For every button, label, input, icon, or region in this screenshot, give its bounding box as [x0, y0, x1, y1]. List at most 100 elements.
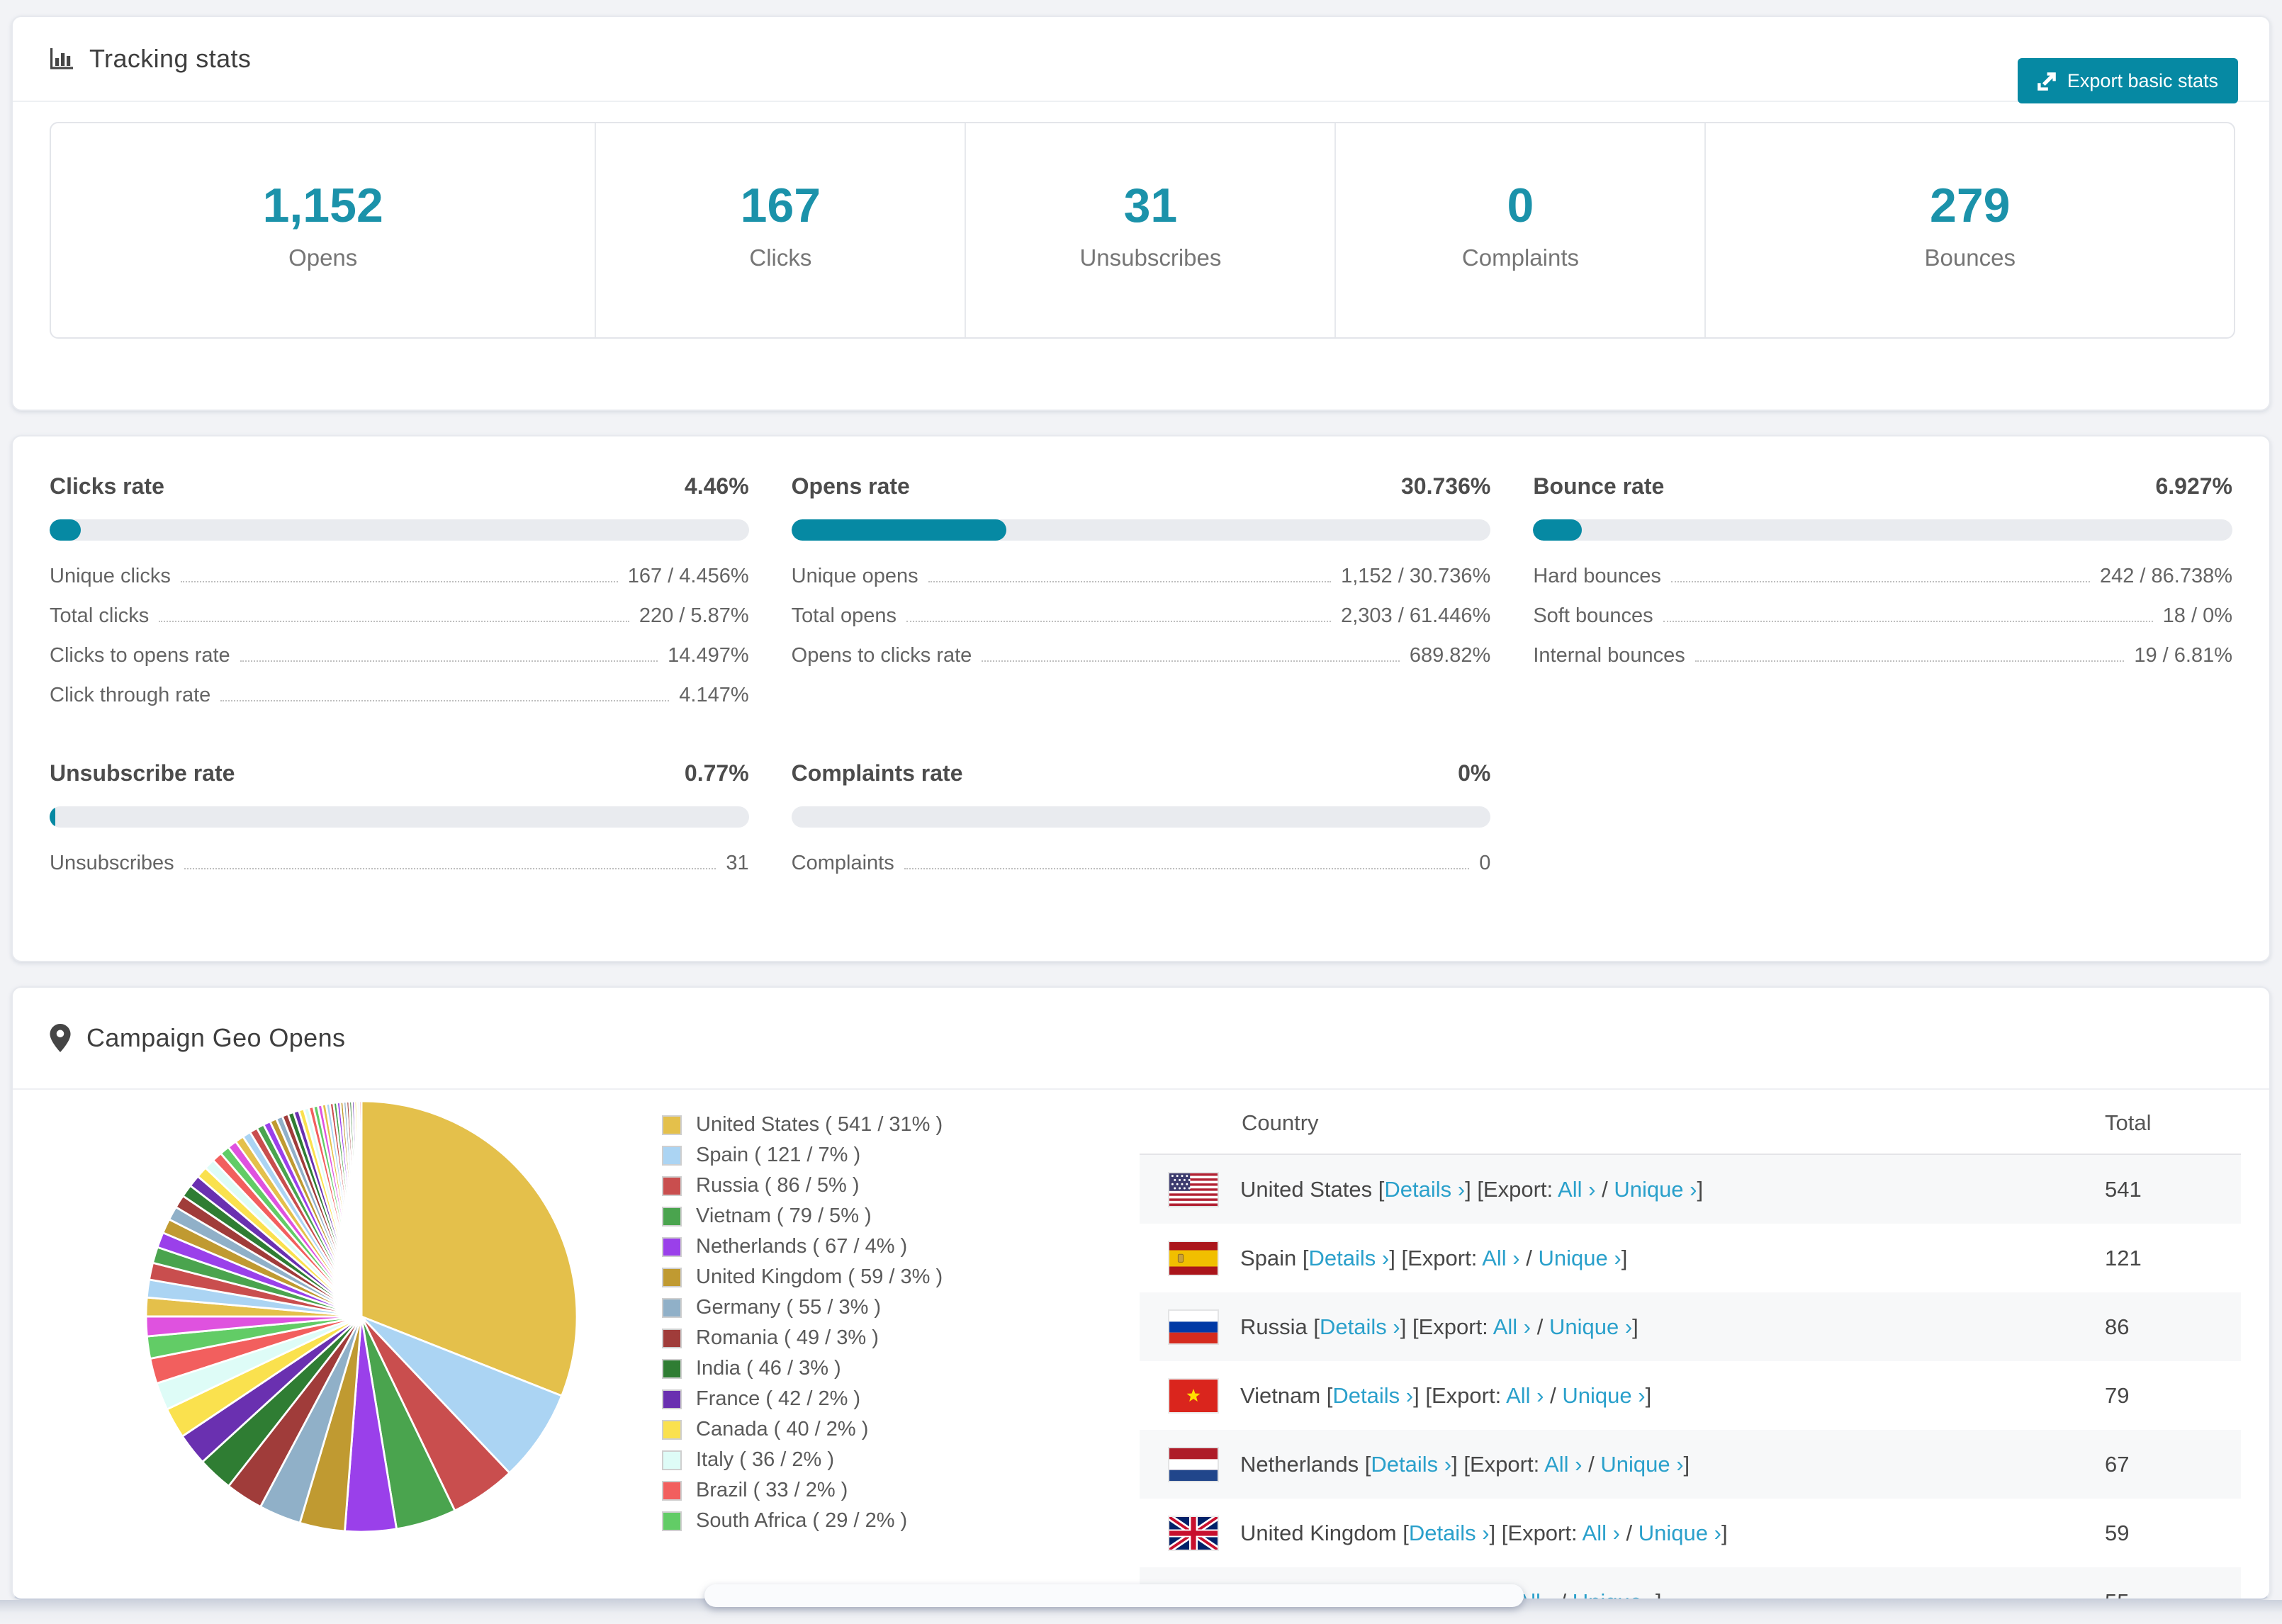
bracket: ]: [1721, 1520, 1728, 1545]
rate-progress-bar: [50, 806, 749, 828]
metric-row: Total opens 2,303 / 61.446%: [792, 604, 1491, 644]
rate-header: Clicks rate 4.46%: [50, 473, 749, 500]
legend-label: Canada ( 40 / 2% ): [696, 1418, 869, 1440]
export-all-link[interactable]: All ›: [1506, 1383, 1544, 1408]
country-column-header: Country: [1242, 1110, 1319, 1135]
bracket: ]: [1413, 1382, 1420, 1408]
legend-swatch: [662, 1389, 682, 1409]
legend-swatch: [662, 1175, 682, 1196]
legend-label: Vietnam ( 79 / 5% ): [696, 1205, 872, 1227]
slash: /: [1536, 1314, 1544, 1339]
bracket: ]: [1621, 1245, 1628, 1270]
metric-label: Total clicks: [50, 604, 150, 627]
bracket: ]: [1389, 1245, 1395, 1270]
legend-swatch: [662, 1206, 682, 1227]
metric-row: Unique opens 1,152 / 30.736%: [792, 565, 1491, 604]
stat-card-unsubscribes: 31 Unsubscribes: [965, 123, 1334, 337]
country-cell: Russia [Details ›] [Export: All › / Uniq…: [1240, 1314, 1639, 1340]
metric-value: 4.147%: [679, 684, 749, 706]
details-link[interactable]: Details ›: [1371, 1452, 1451, 1477]
total-value: 541: [2105, 1176, 2142, 1202]
stat-label: Opens: [288, 244, 358, 271]
legend-swatch: [662, 1480, 682, 1501]
export-open: [Export:: [1425, 1382, 1502, 1408]
details-link[interactable]: Details ›: [1409, 1521, 1490, 1545]
bracket: ]: [1465, 1176, 1471, 1202]
metric-row: Opens to clicks rate 689.82%: [792, 644, 1491, 684]
rate-section-complaints-rate: Complaints rate 0% Complaints 0: [791, 760, 1491, 891]
geo-opens-pie-chart: [145, 1100, 578, 1533]
total-value: 59: [2105, 1520, 2130, 1545]
stat-label: Unsubscribes: [1079, 244, 1222, 271]
dotted-leader: [220, 700, 670, 701]
metric-value: 242 / 86.738%: [2099, 565, 2232, 587]
legend-swatch: [662, 1358, 682, 1379]
export-unique-link[interactable]: Unique ›: [1573, 1589, 1656, 1599]
metric-value: 0: [1479, 852, 1491, 874]
details-link[interactable]: Details ›: [1332, 1383, 1413, 1408]
rate-progress-fill: [50, 519, 81, 541]
legend-swatch: [662, 1267, 682, 1287]
rate-metrics: Unique clicks 167 / 4.456% Total clicks …: [50, 565, 749, 723]
export-all-link[interactable]: All ›: [1583, 1521, 1620, 1545]
metric-label: Soft bounces: [1533, 604, 1653, 627]
rate-title: Clicks rate: [50, 473, 164, 499]
export-all-link[interactable]: All ›: [1544, 1452, 1582, 1477]
country-flag-gb: [1169, 1516, 1218, 1550]
rate-progress-fill: [791, 519, 1006, 541]
rate-value: 6.927%: [2155, 473, 2232, 499]
stat-card-clicks: 167 Clicks: [595, 123, 965, 337]
geo-opens-header: Campaign Geo Opens: [13, 988, 2269, 1090]
slash: /: [1526, 1245, 1532, 1270]
metric-label: Internal bounces: [1533, 644, 1685, 667]
export-open: [Export:: [1501, 1520, 1578, 1545]
bracket: [: [1302, 1245, 1309, 1270]
table-row-gb: United Kingdom [Details ›] [Export: All …: [1140, 1499, 2241, 1567]
slash: /: [1588, 1451, 1595, 1477]
details-link[interactable]: Details ›: [1384, 1177, 1465, 1202]
metric-value: 18 / 0%: [2162, 604, 2232, 627]
table-body: United States [Details ›] [Export: All ›…: [1140, 1155, 2241, 1599]
country-cell: Vietnam [Details ›] [Export: All › / Uni…: [1240, 1383, 1651, 1409]
total-value: 121: [2105, 1245, 2142, 1270]
rate-title: Opens rate: [791, 473, 910, 499]
export-unique-link[interactable]: Unique ›: [1614, 1177, 1697, 1202]
export-all-link[interactable]: All ›: [1482, 1246, 1519, 1270]
country-flag-ru: [1169, 1310, 1218, 1343]
rate-header: Unsubscribe rate 0.77%: [50, 760, 749, 786]
details-link[interactable]: Details ›: [1309, 1246, 1390, 1270]
stat-value: 1,152: [262, 179, 383, 232]
export-unique-link[interactable]: Unique ›: [1539, 1246, 1621, 1270]
total-column-header: Total: [2105, 1110, 2152, 1135]
metric-row: Click through rate 4.147%: [50, 684, 749, 723]
export-unique-link[interactable]: Unique ›: [1639, 1521, 1721, 1545]
geo-opens-table: Country Total United States [Details ›] …: [1140, 1093, 2241, 1599]
table-row-us: United States [Details ›] [Export: All ›…: [1140, 1155, 2241, 1224]
country-flag-us: [1169, 1173, 1218, 1206]
export-all-link[interactable]: All ›: [1558, 1177, 1595, 1202]
bracket: ]: [1697, 1176, 1704, 1202]
legend-label: France ( 42 / 2% ): [696, 1387, 861, 1410]
details-link[interactable]: Details ›: [1320, 1314, 1400, 1339]
legend-swatch: [662, 1236, 682, 1257]
tracking-stats-header: Tracking stats Export basic stats: [13, 17, 2269, 103]
metric-value: 689.82%: [1409, 644, 1491, 667]
export-open: [Export:: [1401, 1245, 1478, 1270]
metric-value: 220 / 5.87%: [639, 604, 749, 627]
legend-item-vietnam: Vietnam ( 79 / 5% ): [662, 1201, 943, 1231]
export-unique-link[interactable]: Unique ›: [1562, 1383, 1645, 1408]
legend-item-france: France ( 42 / 2% ): [662, 1384, 943, 1414]
legend-label: United States ( 541 / 31% ): [696, 1113, 943, 1136]
export-all-link[interactable]: All ›: [1493, 1314, 1531, 1339]
table-row-vn: Vietnam [Details ›] [Export: All › / Uni…: [1140, 1361, 2241, 1430]
legend-item-india: India ( 46 / 3% ): [662, 1353, 943, 1384]
country-cell: United States [Details ›] [Export: All ›…: [1240, 1177, 1703, 1202]
horizontal-scrollbar-thumb[interactable]: [704, 1584, 1524, 1607]
metric-value: 19 / 6.81%: [2134, 644, 2232, 667]
export-basic-stats-button[interactable]: Export basic stats: [2017, 58, 2238, 103]
export-unique-link[interactable]: Unique ›: [1549, 1314, 1632, 1339]
legend-item-south-africa: South Africa ( 29 / 2% ): [662, 1506, 943, 1536]
rate-metrics: Unsubscribes 31: [50, 852, 749, 891]
export-unique-link[interactable]: Unique ›: [1600, 1452, 1683, 1477]
legend-swatch: [662, 1450, 682, 1470]
